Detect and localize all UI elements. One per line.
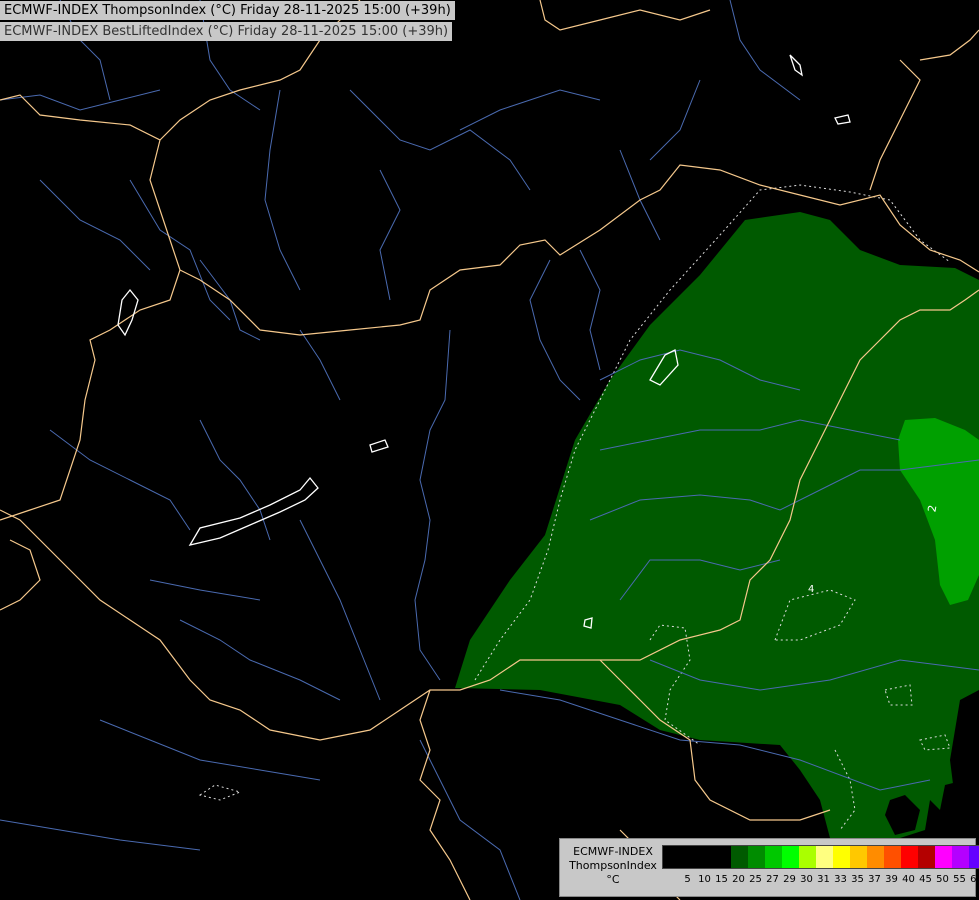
legend-swatch bbox=[918, 846, 935, 868]
legend-tick-label: 27 bbox=[766, 874, 779, 885]
legend-tick-label: 39 bbox=[885, 874, 898, 885]
legend-variable: ThompsonIndex bbox=[569, 859, 657, 872]
legend-tick-label: 35 bbox=[851, 874, 864, 885]
legend-tick-label: 5 bbox=[684, 874, 691, 885]
legend-tick-label: 15 bbox=[715, 874, 728, 885]
legend-swatch bbox=[697, 846, 714, 868]
legend-tick-label: 50 bbox=[936, 874, 949, 885]
legend-swatch bbox=[969, 846, 979, 868]
legend-tick-label: 10 bbox=[698, 874, 711, 885]
legend-ticks: 5 10 15 20 25 27 29 30 31 33 35 37 39 40 45 50 55 60 bbox=[662, 874, 979, 886]
legend-tick-label: 31 bbox=[817, 874, 830, 885]
legend-unit: °C bbox=[606, 873, 620, 886]
legend-swatch bbox=[663, 846, 680, 868]
weather-map: 2 4 bbox=[0, 0, 979, 900]
legend-swatch bbox=[816, 846, 833, 868]
legend-tick-label: 37 bbox=[868, 874, 881, 885]
legend-swatches bbox=[662, 845, 979, 869]
legend-tick-label: 33 bbox=[834, 874, 847, 885]
legend-tick-label: 40 bbox=[902, 874, 915, 885]
color-legend: ECMWF-INDEX ThompsonIndex °C 5 10 15 20 25 27… bbox=[559, 838, 979, 897]
legend-swatch bbox=[799, 846, 816, 868]
legend-swatch bbox=[850, 846, 867, 868]
legend-swatch bbox=[884, 846, 901, 868]
legend-swatch bbox=[765, 846, 782, 868]
legend-swatch bbox=[935, 846, 952, 868]
contour-label-4: 4 bbox=[808, 584, 814, 595]
legend-swatch bbox=[680, 846, 697, 868]
legend-tick-label: 30 bbox=[800, 874, 813, 885]
legend-label: ECMWF-INDEX ThompsonIndex °C bbox=[564, 845, 662, 887]
map-title-thompson: ECMWF-INDEX ThompsonIndex (°C) Friday 28… bbox=[0, 1, 455, 20]
legend-tick-label bbox=[662, 874, 679, 886]
legend-tick-label: 60 bbox=[970, 874, 979, 885]
legend-swatch bbox=[714, 846, 731, 868]
legend-source: ECMWF-INDEX bbox=[573, 845, 653, 858]
legend-swatch bbox=[731, 846, 748, 868]
legend-swatch bbox=[867, 846, 884, 868]
legend-tick-label: 20 bbox=[732, 874, 745, 885]
legend-swatch bbox=[782, 846, 799, 868]
legend-tick-label: 45 bbox=[919, 874, 932, 885]
map-title-lifted: ECMWF-INDEX BestLiftedIndex (°C) Friday … bbox=[0, 22, 453, 41]
legend-tick-label: 25 bbox=[749, 874, 762, 885]
legend-tick-label: 29 bbox=[783, 874, 796, 885]
legend-swatch bbox=[901, 846, 918, 868]
legend-swatch bbox=[833, 846, 850, 868]
legend-swatch bbox=[952, 846, 969, 868]
legend-swatch bbox=[748, 846, 765, 868]
legend-tick-label: 55 bbox=[953, 874, 966, 885]
